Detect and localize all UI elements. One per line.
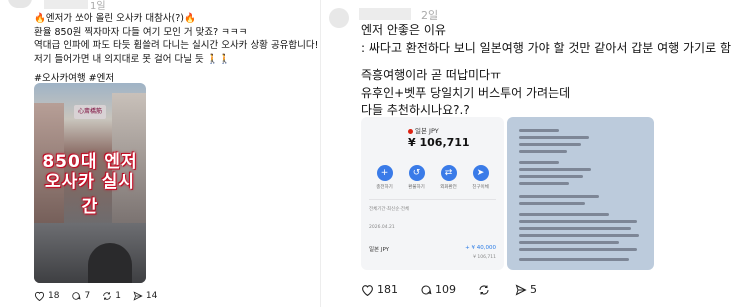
action-bar: 181 109 5	[361, 283, 537, 296]
text-line	[519, 150, 567, 153]
history-row-label: 일본 JPY	[369, 247, 390, 253]
japan-flag-icon	[408, 128, 413, 134]
wallet-action: ↺ 환불하기	[403, 165, 430, 190]
send-icon	[133, 291, 143, 301]
wallet-action: + 충전하기	[371, 165, 398, 190]
itinerary-screenshot[interactable]	[507, 117, 654, 270]
text-line	[519, 227, 631, 230]
share-count: 5	[530, 283, 537, 296]
text-line	[519, 136, 589, 139]
like-button[interactable]: 18	[34, 291, 59, 301]
text-line	[519, 161, 559, 164]
flame-icon: 🔥	[184, 13, 196, 24]
post-text: 🔥엔저가 쏘아 올린 오사카 대참사(?)🔥 환율 850원 찍자마자 다들 여…	[34, 12, 318, 86]
heart-icon	[34, 291, 45, 301]
wallet-action: ⇄ 외화환전	[435, 165, 462, 190]
post-text: 엔저 안좋은 이유 : 싸다고 환전하다 보니 일본여행 가야 할 것만 같아서…	[361, 22, 741, 120]
repost-icon	[103, 292, 111, 300]
post-line: 즉흥여행이라 곧 떠납미다ㅠ	[361, 68, 502, 82]
text-line	[519, 168, 591, 171]
text-line	[519, 195, 599, 198]
repost-count: 1	[115, 291, 121, 301]
post-line: 환율 850원 찍자마자 다들 여기 모인 거 맞죠? ㅋㅋㅋ	[34, 26, 248, 38]
like-count: 181	[377, 283, 398, 296]
action-bar: 18 7 1 14	[34, 291, 157, 301]
history-row-balance: ¥ 106,711	[473, 255, 496, 260]
post-line: 저기 들어가면 내 의지대로 못 걸어 다닐 듯 🚶🚶	[34, 53, 231, 65]
exchange-icon: ⇄	[440, 165, 457, 181]
repost-button[interactable]: 1	[102, 291, 121, 301]
plus-icon: +	[376, 165, 393, 181]
wallet-actions: + 충전하기 ↺ 환불하기 ⇄ 외화환전 ➤ 친구이체	[371, 165, 494, 190]
currency-label: 일본 JPY	[408, 125, 439, 135]
text-line	[519, 234, 639, 237]
text-line	[519, 248, 637, 251]
repost-icon	[479, 285, 489, 294]
comment-button[interactable]: 7	[71, 291, 90, 301]
text-line	[519, 175, 583, 178]
text-line	[519, 213, 609, 216]
comment-icon	[72, 292, 81, 300]
left-post: 1일 🔥엔저가 쏘아 올린 오사카 대참사(?)🔥 환율 850원 찍자마자 다…	[0, 0, 320, 307]
text-line	[519, 143, 581, 146]
comment-count: 109	[435, 283, 456, 296]
comment-count: 7	[84, 291, 91, 301]
wallet-action: ➤ 친구이체	[467, 165, 494, 190]
text-line	[519, 182, 569, 185]
text-line	[519, 241, 619, 244]
comment-button[interactable]: 109	[420, 283, 456, 296]
share-button[interactable]: 5	[515, 283, 537, 296]
refund-icon: ↺	[408, 165, 425, 181]
like-count: 18	[48, 291, 60, 301]
avatar[interactable]	[8, 0, 32, 8]
repost-button[interactable]	[478, 284, 493, 296]
text-line	[519, 129, 559, 132]
post-time: 1일	[90, 1, 106, 12]
post-line: : 싸다고 환전하다 보니 일본여행 가야 할 것만 같아서 갑분 여행 가기로…	[361, 40, 731, 55]
post-time: 2일	[421, 9, 439, 22]
like-button[interactable]: 181	[361, 283, 398, 296]
username-blurred[interactable]	[44, 0, 88, 9]
heart-icon	[362, 284, 373, 296]
post-line: 🔥엔저가 쏘아 올린 오사카 대참사(?)🔥	[34, 13, 196, 24]
text-line	[519, 258, 629, 261]
person-silhouette	[88, 243, 132, 283]
post-photo[interactable]: 心斎橋筋 850대 엔저 오사카 실시간	[34, 83, 146, 283]
avatar[interactable]	[329, 8, 349, 28]
comment-icon	[421, 285, 432, 294]
history-filter: 전체기간·최신순·전체	[369, 207, 410, 212]
username-blurred[interactable]	[359, 8, 411, 20]
history-date: 2026.04.21	[369, 225, 395, 230]
post-line: 엔저 안좋은 이유	[361, 23, 446, 37]
text-line	[519, 202, 585, 205]
post-line: 유후인+벳푸 당일치기 버스투어 가려는데	[361, 85, 571, 100]
wallet-screenshot[interactable]: 일본 JPY ¥ 106,711 + 충전하기 ↺ 환불하기 ⇄ 외화환전 ➤ 친구이체…	[361, 117, 504, 270]
street-sign: 心斎橋筋	[74, 105, 106, 119]
send-icon: ➤	[472, 165, 489, 181]
share-count: 14	[145, 291, 158, 301]
balance: ¥ 106,711	[408, 136, 470, 149]
flame-icon: 🔥	[34, 13, 46, 24]
divider	[369, 199, 496, 200]
share-button[interactable]: 14	[133, 291, 157, 301]
text-line	[519, 220, 637, 223]
photo-caption-line2: 오사카 실시간	[44, 172, 136, 217]
right-post: 2일 엔저 안좋은 이유 : 싸다고 환전하다 보니 일본여행 가야 할 것만 …	[321, 0, 745, 307]
history-row-amount: + ¥ 40,000	[465, 245, 496, 251]
send-icon	[515, 284, 527, 295]
post-line: 역대급 인파에 파도 타듯 휩쓸려 다니는 실시간 오사카 상황 공유합니다!	[34, 40, 318, 52]
